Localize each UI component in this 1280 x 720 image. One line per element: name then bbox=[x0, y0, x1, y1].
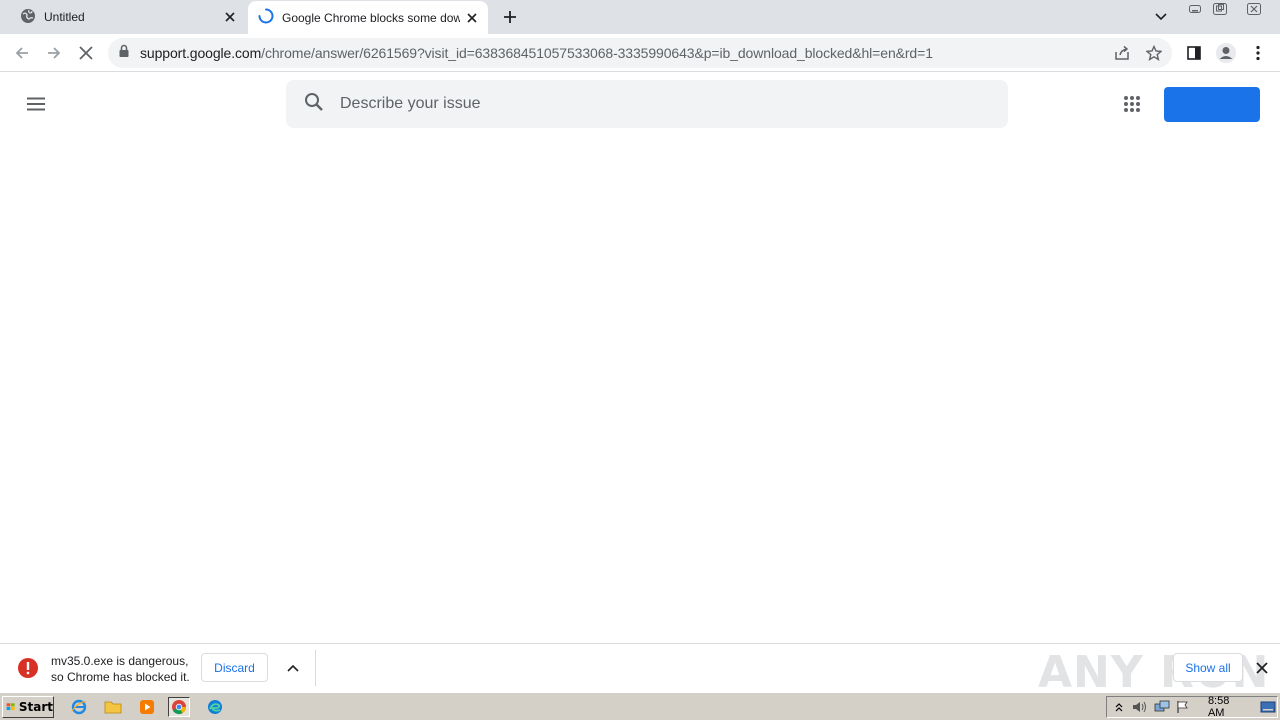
network-icon[interactable] bbox=[1152, 698, 1170, 716]
new-tab-plus-icon[interactable] bbox=[498, 5, 522, 29]
tray-expand-icon[interactable] bbox=[1110, 698, 1128, 716]
clock: 8:58 AM bbox=[1207, 695, 1230, 719]
lock-icon[interactable] bbox=[118, 44, 130, 63]
tab-close-icon[interactable] bbox=[460, 6, 484, 30]
globe-icon bbox=[20, 8, 36, 27]
side-panel-icon[interactable] bbox=[1180, 39, 1208, 67]
divider bbox=[315, 650, 316, 686]
tab-search-chevron-icon[interactable] bbox=[1150, 6, 1172, 28]
media-player-icon[interactable] bbox=[136, 697, 158, 717]
windows-taskbar: Start 8:58 AM bbox=[0, 692, 1280, 720]
start-button[interactable]: Start bbox=[2, 696, 54, 718]
window-minimize-icon[interactable] bbox=[1184, 1, 1206, 17]
tab-title: Untitled bbox=[44, 10, 85, 24]
hamburger-menu-icon[interactable] bbox=[22, 90, 50, 118]
volume-icon[interactable] bbox=[1131, 698, 1149, 716]
back-arrow-icon[interactable] bbox=[8, 39, 36, 67]
search-input[interactable] bbox=[340, 95, 940, 113]
url-host: support.google.com bbox=[140, 45, 262, 61]
tab-untitled[interactable]: Untitled bbox=[8, 0, 246, 34]
internet-explorer-icon[interactable] bbox=[68, 697, 90, 717]
help-center-header bbox=[0, 72, 1280, 136]
windows-logo-icon bbox=[6, 703, 15, 711]
google-apps-grid-icon[interactable] bbox=[1120, 92, 1144, 116]
chrome-taskbar-icon[interactable] bbox=[168, 697, 190, 717]
action-center-flag-icon[interactable] bbox=[1174, 698, 1192, 716]
bookmark-star-icon[interactable] bbox=[1144, 43, 1164, 63]
download-message-line1: mv35.0.exe is dangerous, bbox=[51, 654, 189, 668]
show-desktop-icon[interactable] bbox=[1259, 698, 1277, 716]
stop-loading-icon[interactable] bbox=[72, 39, 100, 67]
chevron-up-icon[interactable] bbox=[282, 657, 304, 679]
window-close-icon[interactable] bbox=[1234, 1, 1274, 17]
search-icon bbox=[304, 92, 324, 117]
download-shelf: mv35.0.exe is dangerous, so Chrome has b… bbox=[0, 643, 1280, 698]
address-bar[interactable]: support.google.com/chrome/answer/6261569… bbox=[108, 38, 1172, 68]
sign-in-button[interactable] bbox=[1164, 87, 1260, 122]
loading-spinner-icon bbox=[258, 8, 274, 27]
tab-title: Google Chrome blocks some downloads bbox=[282, 10, 460, 25]
browser-toolbar: support.google.com/chrome/answer/6261569… bbox=[0, 34, 1280, 72]
kebab-menu-icon[interactable] bbox=[1244, 39, 1272, 67]
share-icon[interactable] bbox=[1112, 43, 1132, 63]
download-warning-message: mv35.0.exe is dangerous, so Chrome has b… bbox=[51, 653, 196, 685]
close-icon[interactable] bbox=[1252, 658, 1272, 678]
danger-warning-icon bbox=[17, 657, 39, 679]
forward-arrow-icon[interactable] bbox=[40, 39, 68, 67]
help-search-box[interactable] bbox=[286, 80, 1008, 128]
file-explorer-icon[interactable] bbox=[102, 697, 124, 717]
url-path: /chrome/answer/6261569?visit_id=63836845… bbox=[261, 45, 933, 61]
show-all-button[interactable]: Show all bbox=[1173, 653, 1243, 682]
tab-google-chrome-blocks[interactable]: Google Chrome blocks some downloads bbox=[248, 1, 488, 34]
edge-icon[interactable] bbox=[204, 697, 226, 717]
tab-strip: Untitled Google Chrome blocks some downl… bbox=[0, 0, 1280, 34]
discard-button[interactable]: Discard bbox=[201, 653, 268, 682]
tab-close-icon[interactable] bbox=[218, 5, 242, 29]
window-restore-icon[interactable] bbox=[1208, 1, 1232, 17]
start-label: Start bbox=[18, 700, 53, 714]
system-tray: 8:58 AM bbox=[1106, 695, 1278, 719]
url-text: support.google.com/chrome/answer/6261569… bbox=[140, 45, 933, 61]
profile-avatar-icon[interactable] bbox=[1212, 39, 1240, 67]
download-message-line2: so Chrome has blocked it. bbox=[51, 670, 190, 684]
